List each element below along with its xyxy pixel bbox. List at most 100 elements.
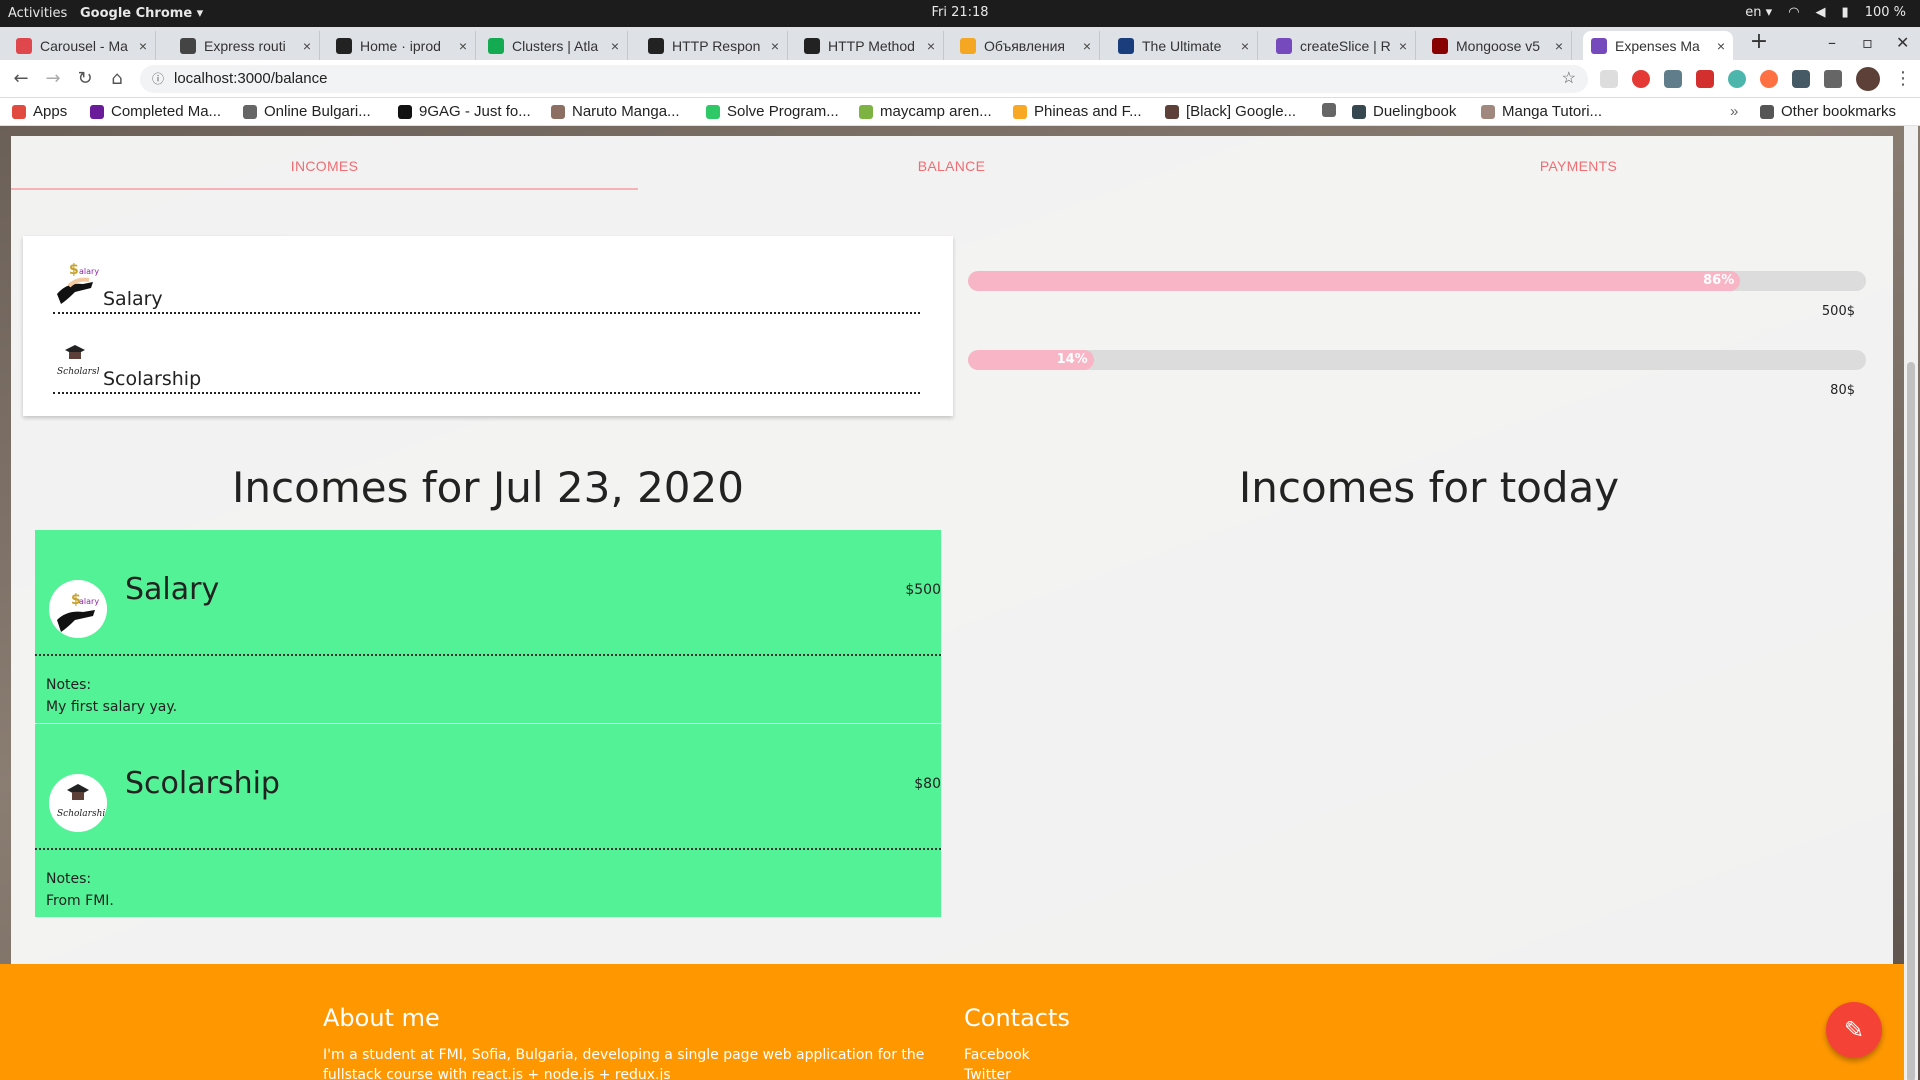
browser-tab[interactable]: Clusters | Atla ×: [480, 31, 628, 60]
avatar[interactable]: [1856, 67, 1880, 91]
bookmark-item[interactable]: Duelingbook: [1352, 103, 1456, 120]
bookmark-icon: [243, 104, 257, 119]
notes-text: From FMI.: [46, 893, 114, 909]
browser-tab[interactable]: Carousel - Ma ×: [8, 31, 156, 60]
language-indicator[interactable]: en ▾: [1745, 5, 1772, 20]
amount-label: 500$: [1821, 304, 1855, 319]
favicon-icon: [1591, 37, 1607, 54]
back-icon[interactable]: ←: [8, 66, 34, 92]
close-tab-icon[interactable]: ×: [1399, 38, 1407, 54]
close-tab-icon[interactable]: ×: [1555, 38, 1563, 54]
bookmark-item[interactable]: 9GAG - Just fo...: [398, 103, 531, 120]
bookmark-item[interactable]: maycamp aren...: [859, 103, 992, 120]
browser-tab[interactable]: createSlice | R ×: [1268, 31, 1416, 60]
bookmark-label: Duelingbook: [1373, 103, 1457, 120]
bookmark-label: [Black] Google...: [1186, 103, 1297, 120]
income-entry-salary[interactable]: $ alary Salary $500 Notes: My first sala…: [35, 530, 941, 723]
bookmark-item[interactable]: Solve Program...: [706, 103, 839, 120]
entry-title: Salary: [125, 572, 220, 607]
clock[interactable]: Fri 21:18: [0, 5, 1920, 20]
close-tab-icon[interactable]: ×: [1717, 38, 1725, 54]
close-tab-icon[interactable]: ×: [611, 38, 619, 54]
browser-tab[interactable]: HTTP Respon ×: [640, 31, 788, 60]
favicon-icon: [180, 37, 196, 54]
bookmark-icon: [12, 104, 26, 119]
wifi-icon[interactable]: ◠: [1788, 5, 1799, 20]
notes-label: Notes:: [46, 677, 92, 693]
puzzle-icon[interactable]: [1824, 70, 1842, 88]
tab-title: HTTP Method: [828, 37, 915, 54]
close-window-icon[interactable]: ✕: [1896, 33, 1909, 52]
bookmark-item[interactable]: Completed Ma...: [90, 103, 221, 120]
extension-icon[interactable]: [1696, 70, 1714, 88]
chevron-right-icon[interactable]: »: [1730, 103, 1738, 120]
browser-tab[interactable]: The Ultimate ×: [1110, 31, 1258, 60]
income-entry-scholarship[interactable]: Scholarship Scolarship $80 Notes: From F…: [35, 724, 941, 917]
extension-icon[interactable]: [1792, 70, 1810, 88]
bookmark-item[interactable]: Phineas and F...: [1013, 103, 1142, 120]
scrollbar-thumb[interactable]: [1907, 362, 1915, 1080]
extension-icon[interactable]: [1600, 70, 1618, 88]
facebook-link[interactable]: Facebook: [964, 1045, 1030, 1065]
svg-text:$: $: [69, 262, 79, 278]
minimize-icon[interactable]: –: [1828, 33, 1836, 52]
bookmark-item[interactable]: [Black] Google...: [1165, 103, 1296, 120]
tab-title: HTTP Respon: [672, 37, 761, 54]
forward-icon[interactable]: →: [40, 66, 66, 92]
folder-icon: [1760, 104, 1774, 119]
browser-tab[interactable]: Expenses Ma ×: [1583, 31, 1733, 60]
twitter-link[interactable]: Twitter: [964, 1065, 1030, 1080]
contacts-heading: Contacts: [964, 1004, 1070, 1032]
browser-tab[interactable]: Express routi ×: [172, 31, 320, 60]
browser-tab[interactable]: HTTP Method ×: [796, 31, 944, 60]
svg-text:alary: alary: [79, 597, 99, 606]
list-item-scholarship[interactable]: Scholarship Scolarship: [53, 330, 920, 394]
bookmark-icon: [551, 104, 565, 119]
site-info-icon[interactable]: ⓘ: [152, 65, 164, 93]
close-tab-icon[interactable]: ×: [771, 38, 779, 54]
bookmark-star-icon[interactable]: ☆: [1562, 65, 1576, 93]
bookmark-item[interactable]: Naruto Manga...: [551, 103, 680, 120]
close-tab-icon[interactable]: ×: [1241, 38, 1249, 54]
browser-tab[interactable]: Home · iprod ×: [328, 31, 476, 60]
bookmark-icon: [1013, 104, 1027, 119]
battery-icon[interactable]: ▮: [1842, 5, 1849, 20]
close-tab-icon[interactable]: ×: [927, 38, 935, 54]
reload-icon[interactable]: ↻: [72, 66, 98, 92]
bookmark-item[interactable]: Online Bulgari...: [243, 103, 371, 120]
favicon-icon: [336, 37, 352, 54]
contacts-list: Facebook Twitter: [964, 1045, 1030, 1080]
restore-icon[interactable]: ▫: [1862, 33, 1873, 52]
other-bookmarks[interactable]: Other bookmarks: [1760, 103, 1896, 120]
new-tab-button[interactable]: +: [1745, 30, 1773, 56]
close-tab-icon[interactable]: ×: [459, 38, 467, 54]
adblock-icon[interactable]: [1632, 70, 1650, 88]
category-label: Salary: [103, 288, 163, 310]
system-tray[interactable]: en ▾ ◠ ◀ ▮ 100 %: [1745, 5, 1906, 20]
bookmarks-bar: Other bookmarks » Apps Completed Ma... Onl…: [0, 98, 1920, 126]
tab-incomes[interactable]: INCOMES: [11, 158, 638, 174]
bookmark-item[interactable]: Manga Tutori...: [1481, 103, 1602, 120]
main-panel: INCOMES BALANCE PAYMENTS $ alary Salary …: [11, 136, 1893, 1041]
volume-icon[interactable]: ◀: [1816, 5, 1826, 20]
bookmark-item[interactable]: Apps: [12, 103, 67, 120]
close-tab-icon[interactable]: ×: [139, 38, 147, 54]
extension-icon[interactable]: [1664, 70, 1682, 88]
home-icon[interactable]: ⌂: [104, 66, 130, 92]
page-scrollbar[interactable]: [1904, 126, 1918, 1080]
tab-balance[interactable]: BALANCE: [638, 158, 1265, 174]
close-tab-icon[interactable]: ×: [303, 38, 311, 54]
entry-header: Scholarship Scolarship $80: [35, 724, 941, 850]
menu-icon[interactable]: ⋮: [1890, 66, 1916, 92]
extension-icon[interactable]: [1728, 70, 1746, 88]
close-tab-icon[interactable]: ×: [1083, 38, 1091, 54]
extension-icon[interactable]: [1760, 70, 1778, 88]
browser-tab[interactable]: Mongoose v5 ×: [1424, 31, 1572, 60]
edit-button[interactable]: ✎: [1826, 1002, 1882, 1058]
browser-tab[interactable]: Объявления ×: [952, 31, 1100, 60]
tab-payments[interactable]: PAYMENTS: [1265, 158, 1892, 174]
tab-title: Home · iprod: [360, 37, 441, 54]
list-item-salary[interactable]: $ alary Salary: [53, 250, 920, 314]
bookmark-item[interactable]: [1322, 103, 1343, 117]
address-bar[interactable]: ⓘ localhost:3000/balance ☆: [140, 65, 1588, 93]
